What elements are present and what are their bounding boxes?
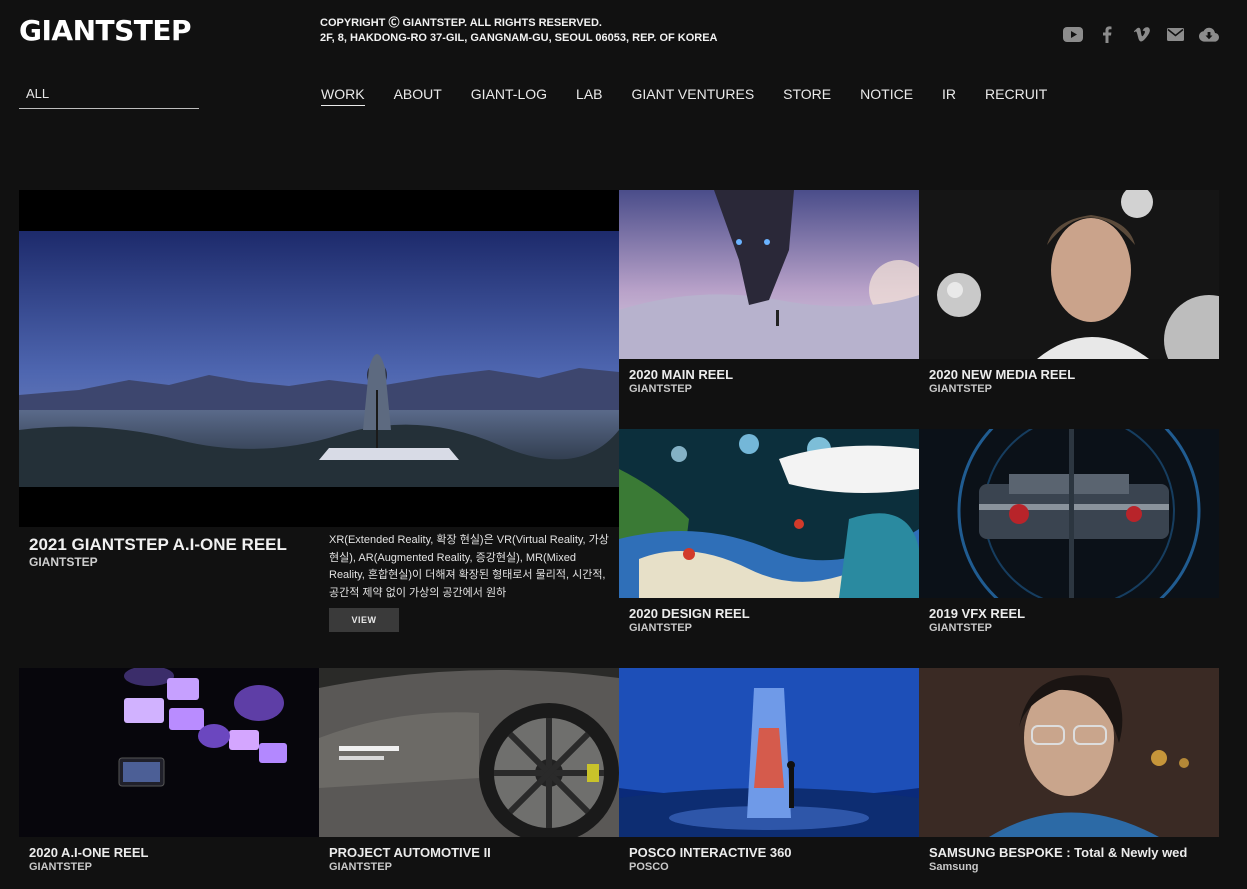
address-text: 2F, 8, HAKDONG-RO 37-GIL, GANGNAM-GU, SE… <box>320 32 718 44</box>
work-thumbnail[interactable] <box>919 668 1219 837</box>
work-client: GIANTSTEP <box>29 861 92 873</box>
social-links <box>1063 25 1219 43</box>
category-filter-dropdown[interactable]: ALL <box>19 80 199 109</box>
nav-item-lab[interactable]: LAB <box>576 86 602 106</box>
copyright-block: COPYRIGHT Ⓒ GIANTSTEP. ALL RIGHTS RESERV… <box>320 16 718 46</box>
work-title[interactable]: 2020 MAIN REEL <box>629 367 733 382</box>
work-client: GIANTSTEP <box>929 622 992 634</box>
work-client: GIANTSTEP <box>629 383 692 395</box>
work-thumbnail[interactable] <box>919 190 1219 359</box>
featured-title[interactable]: 2021 GIANTSTEP A.I-ONE REEL <box>29 535 287 555</box>
work-card[interactable]: POSCO INTERACTIVE 360 POSCO <box>619 668 919 889</box>
nav-item-recruit[interactable]: RECRUIT <box>985 86 1047 106</box>
featured-work-card[interactable]: 2021 GIANTSTEP A.I-ONE REEL GIANTSTEP XR… <box>19 190 619 650</box>
giantstep-logo[interactable]: GIANTSTEP <box>19 14 192 47</box>
work-client: Samsung <box>929 861 979 873</box>
work-title[interactable]: PROJECT AUTOMOTIVE II <box>329 845 491 860</box>
work-title[interactable]: 2020 DESIGN REEL <box>629 606 750 621</box>
nav-item-giant-log[interactable]: GIANT-LOG <box>471 86 547 106</box>
view-button[interactable]: VIEW <box>329 608 399 632</box>
work-card[interactable]: 2020 NEW MEDIA REEL GIANTSTEP <box>919 190 1219 429</box>
nav-item-store[interactable]: STORE <box>783 86 831 106</box>
work-client: GIANTSTEP <box>929 383 992 395</box>
facebook-icon[interactable] <box>1097 25 1117 43</box>
mail-icon[interactable] <box>1165 25 1185 43</box>
main-nav: WORK ABOUT GIANT-LOG LAB GIANT VENTURES … <box>321 86 1076 106</box>
featured-video-thumbnail[interactable] <box>19 190 619 527</box>
featured-description: XR(Extended Reality, 확장 현실)은 VR(Virtual … <box>329 534 609 599</box>
work-thumbnail[interactable] <box>319 668 619 837</box>
work-client: GIANTSTEP <box>329 861 392 873</box>
work-title[interactable]: 2019 VFX REEL <box>929 606 1025 621</box>
work-card[interactable]: PROJECT AUTOMOTIVE II GIANTSTEP <box>319 668 619 889</box>
work-thumbnail[interactable] <box>19 668 319 837</box>
youtube-icon[interactable] <box>1063 25 1083 43</box>
work-card[interactable]: SAMSUNG BESPOKE : Total & Newly wed Sams… <box>919 668 1219 889</box>
work-title[interactable]: POSCO INTERACTIVE 360 <box>629 845 792 860</box>
work-client: GIANTSTEP <box>629 622 692 634</box>
nav-item-work[interactable]: WORK <box>321 86 365 106</box>
nav-item-giant-ventures[interactable]: GIANT VENTURES <box>632 86 755 106</box>
work-card[interactable]: 2020 DESIGN REEL GIANTSTEP <box>619 429 919 668</box>
work-thumbnail[interactable] <box>619 429 919 598</box>
work-thumbnail[interactable] <box>619 668 919 837</box>
cloud-download-icon[interactable] <box>1199 25 1219 43</box>
work-thumbnail[interactable] <box>919 429 1219 598</box>
work-client: POSCO <box>629 861 669 873</box>
nav-item-ir[interactable]: IR <box>942 86 956 106</box>
work-title[interactable]: 2020 A.I-ONE REEL <box>29 845 148 860</box>
featured-client: GIANTSTEP <box>29 555 98 569</box>
nav-item-notice[interactable]: NOTICE <box>860 86 913 106</box>
work-card[interactable]: 2020 MAIN REEL GIANTSTEP <box>619 190 919 429</box>
vimeo-icon[interactable] <box>1131 25 1151 43</box>
nav-item-about[interactable]: ABOUT <box>394 86 442 106</box>
work-title[interactable]: 2020 NEW MEDIA REEL <box>929 367 1075 382</box>
work-thumbnail[interactable] <box>619 190 919 359</box>
filter-selected-value: ALL <box>26 86 50 101</box>
work-card[interactable]: 2020 A.I-ONE REEL GIANTSTEP <box>19 668 319 889</box>
work-card[interactable]: 2019 VFX REEL GIANTSTEP <box>919 429 1219 668</box>
work-title[interactable]: SAMSUNG BESPOKE : Total & Newly wed <box>929 845 1187 860</box>
copyright-text: COPYRIGHT Ⓒ GIANTSTEP. ALL RIGHTS RESERV… <box>320 17 602 29</box>
